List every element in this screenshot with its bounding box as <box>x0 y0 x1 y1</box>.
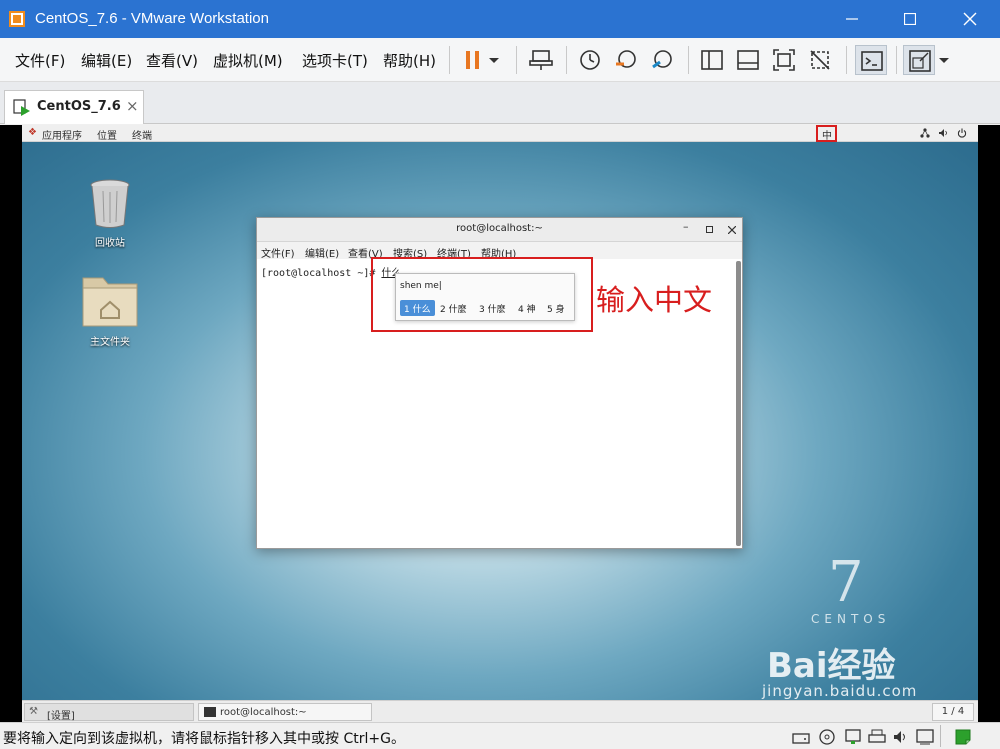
terminal-maximize-icon[interactable] <box>706 226 713 233</box>
vm-tab-strip: CentOS_7.6 × <box>0 82 1000 124</box>
menu-file[interactable]: 文件(F) <box>15 50 65 71</box>
volume-icon[interactable] <box>938 128 948 138</box>
title-bar: CentOS_7.6 - VMware Workstation <box>0 0 1000 38</box>
network-adapter-icon[interactable] <box>844 728 862 746</box>
send-ctrl-alt-del-icon[interactable] <box>529 48 553 72</box>
settings-icon: ⚒ <box>29 706 38 717</box>
toolbar-divider <box>896 46 897 74</box>
minimize-button[interactable] <box>824 0 880 38</box>
printer-icon[interactable] <box>868 728 886 746</box>
menu-vm[interactable]: 虚拟机(M) <box>213 50 283 71</box>
menu-edit[interactable]: 编辑(E) <box>81 50 132 71</box>
statusbar-divider <box>940 725 941 747</box>
terminal-prompt: [root@localhost ~]# <box>261 268 382 279</box>
centos-logo-number: 7 <box>828 550 864 615</box>
guest-screen[interactable]: ❖ 应用程序 位置 终端 中 回收站 主文件夹 root@localhost:~… <box>22 125 978 722</box>
desktop-home-folder[interactable]: 主文件夹 <box>75 272 145 348</box>
menu-applications[interactable]: 应用程序 <box>42 127 82 142</box>
home-folder-label: 主文件夹 <box>90 337 130 348</box>
menu-toolbar: 文件(F) 编辑(E) 查看(V) 虚拟机(M) 选项卡(T) 帮助(H) <box>0 38 1000 82</box>
display-icon[interactable] <box>916 728 934 746</box>
thumbnail-bar-icon[interactable] <box>736 48 760 72</box>
console-view-button[interactable] <box>855 45 887 75</box>
terminal-menu-edit[interactable]: 编辑(E) <box>305 245 339 260</box>
console-icon <box>861 51 883 71</box>
hard-disk-icon[interactable] <box>792 728 810 746</box>
taskbar-terminal-label: root@localhost:~ <box>220 707 307 718</box>
status-message: 要将输入定向到该虚拟机，请将鼠标指针移入其中或按 Ctrl+G。 <box>3 731 405 747</box>
revert-snapshot-icon[interactable] <box>614 48 638 72</box>
terminal-close-icon[interactable] <box>728 226 736 234</box>
close-icon <box>963 12 977 26</box>
chevron-down-icon[interactable] <box>487 48 501 72</box>
trash-icon <box>90 179 130 228</box>
baidu-watermark: Bai经验 <box>767 646 896 686</box>
sidebar-toggle-icon[interactable] <box>700 48 724 72</box>
chevron-down-icon[interactable] <box>937 48 951 72</box>
menu-tabs[interactable]: 选项卡(T) <box>302 50 368 71</box>
status-bar: 要将输入定向到该虚拟机，请将鼠标指针移入其中或按 Ctrl+G。 <box>0 722 1000 749</box>
cd-dvd-icon[interactable] <box>818 728 836 746</box>
window-title: CentOS_7.6 - VMware Workstation <box>35 10 269 27</box>
snapshot-manager-icon[interactable] <box>650 48 674 72</box>
full-screen-icon[interactable] <box>772 48 796 72</box>
terminal-scrollbar[interactable] <box>736 261 741 546</box>
tab-label: CentOS_7.6 <box>37 99 121 114</box>
toolbar-divider <box>449 46 450 74</box>
terminal-menu-file[interactable]: 文件(F) <box>261 245 295 260</box>
toolbar-divider <box>566 46 567 74</box>
taskbar-settings[interactable]: ⚒ [设置] <box>24 703 194 722</box>
taskbar-settings-label: [设置] <box>47 711 75 722</box>
snapshot-icon[interactable] <box>578 48 602 72</box>
apps-menu-icon: ❖ <box>28 127 37 138</box>
pause-icon[interactable] <box>461 48 485 72</box>
desktop-trash[interactable]: 回收站 <box>75 177 145 249</box>
menu-help[interactable]: 帮助(H) <box>383 50 436 71</box>
terminal-titlebar: root@localhost:~ – <box>257 218 742 242</box>
annotation-label: 输入中文 <box>596 283 713 317</box>
taskbar-terminal[interactable]: root@localhost:~ <box>198 703 372 721</box>
sound-icon[interactable] <box>892 728 910 746</box>
centos-logo-word: CENTOS <box>811 612 891 626</box>
trash-label: 回收站 <box>95 238 125 249</box>
ime-highlight-box <box>371 257 593 332</box>
network-icon[interactable] <box>920 128 930 138</box>
gnome-bottom-bar: ⚒ [设置] root@localhost:~ 1 / 4 <box>22 700 978 722</box>
terminal-app-icon <box>204 707 216 717</box>
toolbar-divider <box>688 46 689 74</box>
menu-view[interactable]: 查看(V) <box>146 50 198 71</box>
gnome-top-bar: ❖ 应用程序 位置 终端 中 <box>22 125 978 142</box>
close-button[interactable] <box>942 0 998 38</box>
terminal-minimize-icon[interactable]: – <box>683 220 689 233</box>
baidu-watermark-url: jingyan.baidu.com <box>762 682 918 700</box>
vm-running-icon <box>13 99 30 116</box>
tab-close-icon[interactable]: × <box>126 97 139 115</box>
message-log-icon[interactable] <box>954 728 972 746</box>
minimize-icon <box>846 18 858 20</box>
ime-indicator-highlight <box>816 125 837 142</box>
toolbar-divider <box>516 46 517 74</box>
power-icon[interactable] <box>957 128 967 138</box>
menu-terminal[interactable]: 终端 <box>132 127 152 142</box>
vm-letterbox-left <box>0 125 22 722</box>
folder-icon <box>82 277 138 327</box>
maximize-button[interactable] <box>882 0 938 38</box>
menu-places[interactable]: 位置 <box>97 127 117 142</box>
unity-mode-icon[interactable] <box>808 48 832 72</box>
stretch-icon <box>909 50 931 72</box>
vmware-window: CentOS_7.6 - VMware Workstation 文件(F) 编辑… <box>0 0 1000 749</box>
vm-letterbox-right <box>978 125 1000 722</box>
tab-centos[interactable]: CentOS_7.6 × <box>4 90 144 124</box>
maximize-icon <box>904 13 916 25</box>
terminal-title: root@localhost:~ <box>456 223 543 234</box>
stretch-guest-button[interactable] <box>903 45 935 75</box>
workspace-switcher[interactable]: 1 / 4 <box>932 703 974 721</box>
vmware-app-icon <box>9 11 25 27</box>
toolbar-divider <box>846 46 847 74</box>
